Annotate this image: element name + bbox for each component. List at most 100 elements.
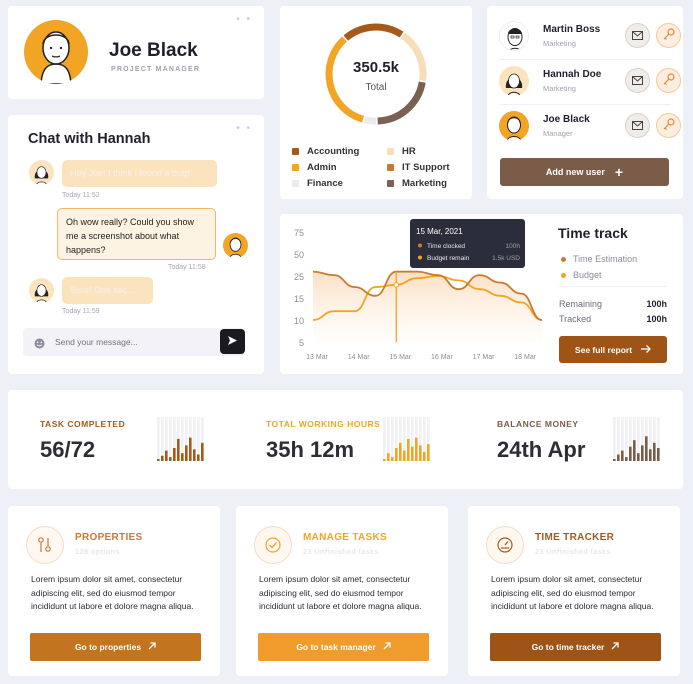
button-label: Go to properties <box>74 642 142 652</box>
donut-legend: Accounting HR Admin IT Support Finance Market… <box>292 146 462 189</box>
key-button[interactable] <box>656 23 681 48</box>
stat-bar <box>653 442 656 461</box>
time-tracker-card: TIME TRACKER 23 Unfinished tasks Lorem i… <box>468 506 680 676</box>
user-row[interactable]: Martin Boss Marketing <box>499 19 681 53</box>
x-tick-label: 16 Mar <box>431 354 453 361</box>
key-button[interactable] <box>656 113 681 138</box>
plus-icon: + <box>614 164 624 180</box>
go-to-time-tracker-button[interactable]: Go to time tracker <box>490 633 661 661</box>
legend-swatch <box>292 180 299 187</box>
stat-bar-track <box>625 417 628 461</box>
legend-item: Accounting <box>292 146 387 157</box>
stat-bar <box>625 457 628 461</box>
avatar <box>223 233 248 258</box>
x-tick-label: 15 Mar <box>389 354 411 361</box>
feature-subtitle: 128 options <box>75 547 120 556</box>
legend-item: Finance <box>292 178 387 189</box>
button-label: Go to task manager <box>296 642 376 652</box>
tooltip-label: Budget remain <box>427 255 470 262</box>
stat-bar <box>411 446 414 461</box>
tooltip-dot <box>418 243 422 248</box>
add-user-button[interactable]: Add new user + <box>500 158 669 186</box>
tooltip-label: Time clocked <box>427 243 465 250</box>
mail-icon <box>632 117 643 135</box>
manage-tasks-card: MANAGE TASKS 23 Unfinished tasks Lorem i… <box>236 506 448 676</box>
full-report-label: See full report <box>574 344 633 355</box>
mail-button[interactable] <box>625 23 650 48</box>
legend-label: IT Support <box>402 162 450 173</box>
profile-role: PROJECT MANAGER <box>111 66 201 73</box>
legend-swatch <box>387 164 394 171</box>
user-row[interactable]: Hannah Doe Marketing <box>499 64 681 98</box>
feature-description: Lorem ipsum dolor sit amet, consectetur … <box>259 574 422 611</box>
see-full-report-button[interactable]: See full report <box>559 336 667 363</box>
stat-bar-track <box>613 417 616 461</box>
avatar <box>29 160 54 185</box>
send-button[interactable] <box>220 329 245 354</box>
message-timestamp: Today 11:58 <box>168 264 206 271</box>
tooltip-date: 15 Mar, 2021 <box>416 227 463 236</box>
legend-item: Budget <box>561 270 602 280</box>
go-to-task-manager-button[interactable]: Go to task manager <box>258 633 429 661</box>
avatar <box>499 66 529 96</box>
user-role: Manager <box>543 129 573 138</box>
stat-bar <box>201 442 204 461</box>
legend-item: Admin <box>292 162 387 173</box>
y-tick-label: 15 <box>294 294 304 304</box>
stat-bar <box>197 454 200 461</box>
stat-bar <box>193 449 196 461</box>
chat-title: Chat with Hannah <box>28 131 151 147</box>
department-donut-card: 350.5k Total Accounting HR Admin IT Support… <box>280 6 472 199</box>
legend-swatch <box>387 148 394 155</box>
legend-item: IT Support <box>387 162 467 173</box>
tracked-row: Tracked 100h <box>559 314 667 324</box>
add-user-label: Add new user <box>545 167 605 177</box>
properties-card: PROPERTIES 128 options Lorem ipsum dolor… <box>8 506 220 676</box>
stat-bar <box>637 453 640 461</box>
stat-task-completed: TASK COMPLETED 56/72 <box>40 390 265 489</box>
message-composer <box>23 328 245 356</box>
legend-swatch <box>292 164 299 171</box>
feature-title: TIME TRACKER <box>535 532 615 543</box>
y-tick-label: 10 <box>294 316 304 326</box>
donut-segment <box>325 36 365 123</box>
stat-bar <box>403 450 406 461</box>
stat-bar <box>657 448 660 461</box>
key-icon <box>663 27 675 45</box>
x-tick-label: 18 Mar <box>514 354 536 361</box>
time-track-title: Time track <box>558 225 628 241</box>
stat-bar-track <box>617 417 620 461</box>
stat-bar <box>387 453 390 461</box>
message-timestamp: Today 11:59 <box>62 308 100 315</box>
avatar <box>24 20 88 84</box>
user-row[interactable]: Joe Black Manager <box>499 109 681 143</box>
series-area <box>313 271 542 342</box>
chat-message-outgoing: Oh wow really? Could you show me a scree… <box>57 208 216 260</box>
stat-bar <box>407 438 410 461</box>
more-options-icon[interactable]: • • <box>236 123 252 134</box>
remaining-value: 100h <box>646 299 667 309</box>
go-to-properties-button[interactable]: Go to properties <box>30 633 201 661</box>
divider <box>499 59 671 60</box>
stat-bar-track <box>383 417 386 461</box>
feature-subtitle: 23 Unfinished tasks <box>303 547 380 556</box>
more-options-icon[interactable]: • • <box>236 14 252 25</box>
key-button[interactable] <box>656 68 681 93</box>
legend-label: Admin <box>307 162 337 173</box>
stat-bar <box>645 436 648 461</box>
message-input[interactable] <box>55 334 205 350</box>
emoji-icon[interactable] <box>34 336 45 354</box>
stat-bar <box>423 451 426 461</box>
stat-bar <box>399 442 402 461</box>
legend-label: Accounting <box>307 146 360 157</box>
stat-bar <box>613 459 616 461</box>
mail-button[interactable] <box>625 113 650 138</box>
mail-icon <box>632 72 643 90</box>
legend-label: Budget <box>573 270 602 280</box>
stat-bar <box>629 446 632 461</box>
highlight-point <box>393 282 399 288</box>
tooltip-value: 100h <box>506 243 521 250</box>
message-timestamp: Today 11:52 <box>62 192 100 199</box>
stat-bar-track <box>161 417 164 461</box>
mail-button[interactable] <box>625 68 650 93</box>
